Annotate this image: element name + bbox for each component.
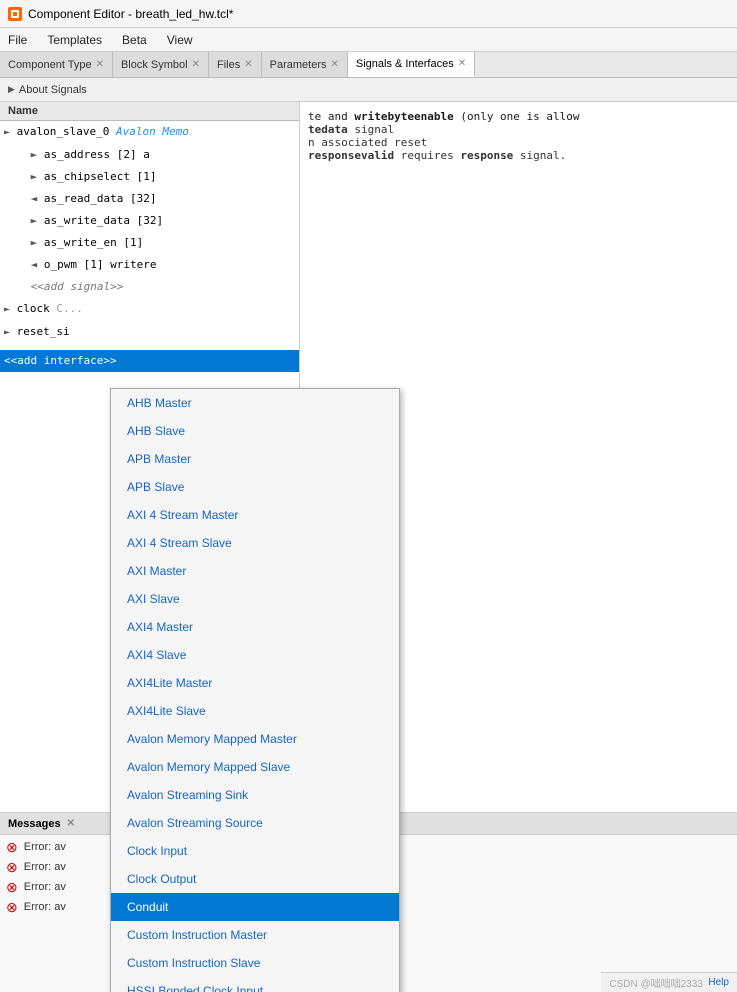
right-panel-line4: responsevalid requires response signal. [308, 149, 566, 162]
dropdown-axi4-stream-slave[interactable]: AXI 4 Stream Slave [111, 529, 399, 557]
tab-component-type[interactable]: Component Type ✕ [0, 52, 113, 77]
menu-bar: File Templates Beta View [0, 28, 737, 52]
tab-parameters[interactable]: Parameters ✕ [262, 52, 348, 77]
dropdown-axi-slave[interactable]: AXI Slave [111, 585, 399, 613]
dropdown-avalon-streaming-source[interactable]: Avalon Streaming Source [111, 809, 399, 837]
dropdown-apb-slave[interactable]: APB Slave [111, 473, 399, 501]
message-text-2: Error: av [24, 879, 66, 895]
right-panel-line1: te and writebyteenable (only one is allo… [308, 110, 580, 123]
tab-close-parameters[interactable]: ✕ [330, 59, 338, 70]
tree-row-o-pwm[interactable]: ◄ o_pwm [1] writere [0, 254, 299, 276]
tab-close-signals[interactable]: ✕ [458, 58, 466, 69]
main-content: ▶ About Signals Name ► avalon_slave_0 Av… [0, 78, 737, 992]
arrow-icon: ► [4, 127, 10, 138]
dropdown-axi4-stream-master[interactable]: AXI 4 Stream Master [111, 501, 399, 529]
dropdown-axi4lite-slave[interactable]: AXI4Lite Slave [111, 697, 399, 725]
tree-row-add-signal[interactable]: <<add signal>> [0, 276, 299, 298]
tree-row-as-chipselect[interactable]: ► as_chipselect [1] [0, 166, 299, 188]
about-signals-bar: ▶ About Signals [0, 78, 737, 102]
tree-row-as-read-data[interactable]: ◄ as_read_data [32] [0, 188, 299, 210]
tab-files[interactable]: Files ✕ [209, 52, 262, 77]
dropdown-axi4lite-master[interactable]: AXI4Lite Master [111, 669, 399, 697]
tree-row-as-write-data[interactable]: ► as_write_data [32] [0, 210, 299, 232]
tree-row-reset-si[interactable]: ► reset_si [0, 321, 299, 344]
tab-close-block-symbol[interactable]: ✕ [192, 59, 200, 70]
dropdown-avalon-mm-slave[interactable]: Avalon Memory Mapped Slave [111, 753, 399, 781]
menu-file[interactable]: File [4, 31, 31, 49]
menu-view[interactable]: View [163, 31, 197, 49]
tree-row-avalon-slave[interactable]: ► avalon_slave_0 Avalon Memo [0, 121, 299, 144]
tree-row-add-interface[interactable]: <<add interface>> [0, 350, 299, 372]
title-text: Component Editor - breath_led_hw.tcl* [28, 7, 233, 21]
title-bar: Component Editor - breath_led_hw.tcl* [0, 0, 737, 28]
right-panel-line2: tedata signal [308, 123, 394, 136]
triangle-icon: ▶ [8, 84, 15, 95]
dropdown-custom-instruction-master[interactable]: Custom Instruction Master [111, 921, 399, 949]
message-text-3: Error: av [24, 899, 66, 915]
dropdown-clock-input[interactable]: Clock Input [111, 837, 399, 865]
message-text-0: Error: av [24, 839, 66, 855]
about-signals-label: About Signals [19, 84, 87, 96]
tab-bar: Component Type ✕ Block Symbol ✕ Files ✕ … [0, 52, 737, 78]
watermark-text: CSDN @咄咄咄2333 [609, 975, 703, 990]
dropdown-axi4-master[interactable]: AXI4 Master [111, 613, 399, 641]
messages-label: Messages [8, 818, 61, 830]
message-text-1: Error: av [24, 859, 66, 875]
dropdown-axi4-slave[interactable]: AXI4 Slave [111, 641, 399, 669]
menu-templates[interactable]: Templates [43, 31, 106, 49]
tree-row-as-write-en[interactable]: ► as_write_en [1] [0, 232, 299, 254]
messages-close-button[interactable]: ✕ [67, 818, 75, 829]
app-icon [8, 7, 22, 21]
dropdown-ahb-slave[interactable]: AHB Slave [111, 417, 399, 445]
dropdown-avalon-streaming-sink[interactable]: Avalon Streaming Sink [111, 781, 399, 809]
dropdown-apb-master[interactable]: APB Master [111, 445, 399, 473]
help-link[interactable]: Help [708, 977, 729, 988]
error-icon-3: ⊗ [6, 899, 18, 915]
dropdown-hssi-bonded-clock-input[interactable]: HSSI Bonded Clock Input [111, 977, 399, 992]
dropdown-conduit[interactable]: Conduit [111, 893, 399, 921]
menu-beta[interactable]: Beta [118, 31, 151, 49]
tab-signals-interfaces[interactable]: Signals & Interfaces ✕ [348, 52, 475, 77]
dropdown-axi-master[interactable]: AXI Master [111, 557, 399, 585]
tab-close-files[interactable]: ✕ [244, 59, 252, 70]
tree-row-clock[interactable]: ► clock C... [0, 298, 299, 321]
dropdown-menu: AHB Master AHB Slave APB Master APB Slav… [110, 388, 400, 992]
dropdown-clock-output[interactable]: Clock Output [111, 865, 399, 893]
tab-block-symbol[interactable]: Block Symbol ✕ [113, 52, 209, 77]
error-icon-2: ⊗ [6, 879, 18, 895]
dropdown-custom-instruction-slave[interactable]: Custom Instruction Slave [111, 949, 399, 977]
error-icon-1: ⊗ [6, 859, 18, 875]
dropdown-ahb-master[interactable]: AHB Master [111, 389, 399, 417]
tree-row-as-address[interactable]: ► as_address [2] a [0, 144, 299, 166]
tab-close-component-type[interactable]: ✕ [96, 59, 104, 70]
dropdown-avalon-mm-master[interactable]: Avalon Memory Mapped Master [111, 725, 399, 753]
bottom-bar: CSDN @咄咄咄2333 Help [601, 972, 737, 992]
table-header: Name [0, 102, 299, 121]
right-panel-line3: n associated reset [308, 136, 427, 149]
error-icon-0: ⊗ [6, 839, 18, 855]
